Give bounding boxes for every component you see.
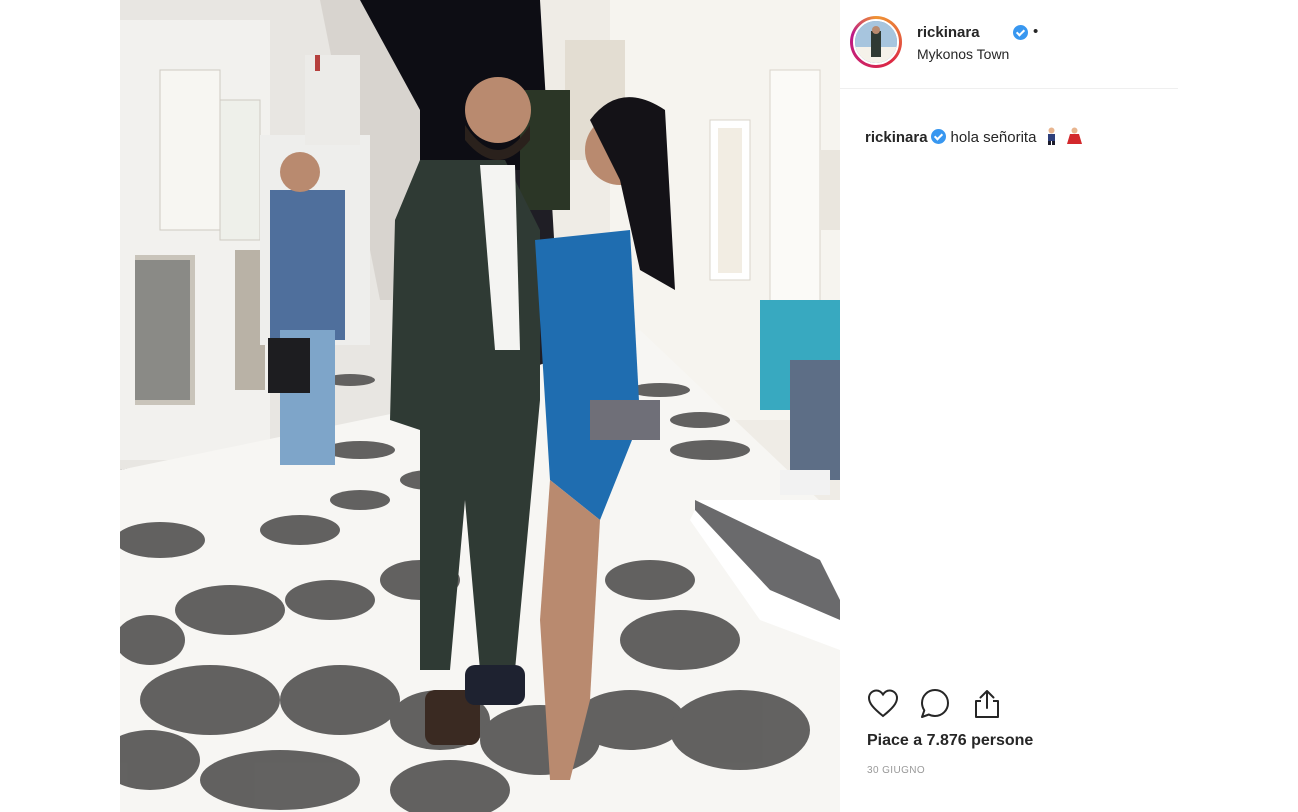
dancing-man-emoji-icon <box>1047 127 1055 145</box>
header-username-link[interactable]: rickinara <box>917 24 980 41</box>
instagram-post: rickinara • Mykonos Town rickinara hola s… <box>120 0 1178 812</box>
verified-badge-icon <box>1013 25 1028 40</box>
share-button[interactable] <box>970 687 1004 721</box>
post-date[interactable]: 30 GIUGNO <box>867 765 925 776</box>
photo-illustration <box>120 0 840 812</box>
post-caption: rickinara hola señorita <box>865 127 1083 146</box>
share-icon <box>975 690 999 718</box>
location-link[interactable]: Mykonos Town <box>917 46 1009 62</box>
dancing-woman-emoji-icon <box>1066 127 1082 144</box>
avatar[interactable] <box>853 19 899 65</box>
post-photo[interactable] <box>120 0 840 812</box>
caption-verified-badge-icon <box>930 129 946 144</box>
post-side-panel: rickinara • Mykonos Town rickinara hola s… <box>840 0 1178 812</box>
avatar-image-icon <box>855 21 897 63</box>
avatar-story-ring[interactable] <box>850 16 902 68</box>
header-separator-dot: • <box>1033 23 1039 40</box>
comment-button[interactable] <box>918 687 952 721</box>
caption-username-link[interactable]: rickinara <box>865 129 928 146</box>
comment-icon <box>921 689 949 718</box>
heart-icon <box>867 689 899 718</box>
like-button[interactable] <box>866 687 900 721</box>
likes-count-link[interactable]: Piace a 7.876 persone <box>867 732 1033 750</box>
caption-text: hola señorita <box>950 129 1037 146</box>
post-header: rickinara • Mykonos Town <box>840 0 1178 89</box>
